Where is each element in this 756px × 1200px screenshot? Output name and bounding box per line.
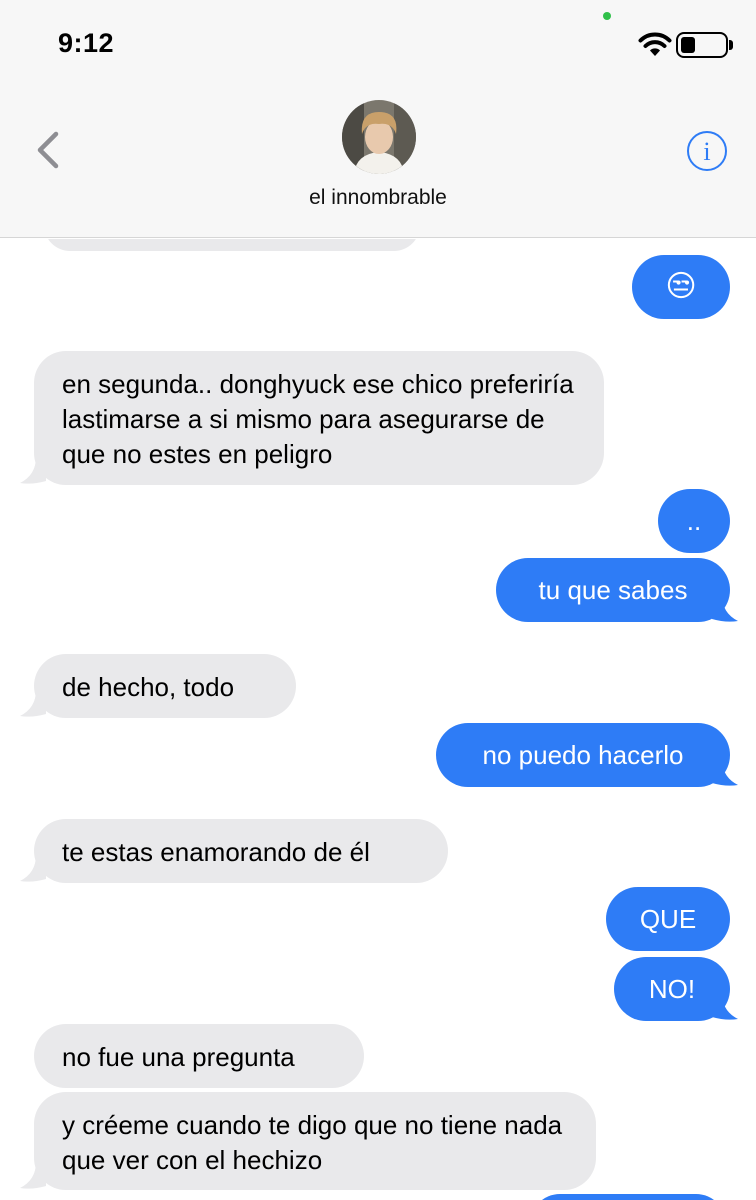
message-bubble-received: de hecho, todo	[34, 654, 296, 718]
svg-text:i: i	[703, 137, 710, 166]
message-bubble-sent: ..	[658, 489, 730, 553]
message-bubble-received	[44, 239, 420, 251]
conversation-header: el innombrable i	[0, 90, 756, 238]
battery-level	[681, 37, 695, 53]
message-bubble-received: y créeme cuando te digo que no tiene nad…	[34, 1092, 596, 1190]
bubble-tail	[712, 759, 738, 786]
bubble-tail	[20, 690, 46, 717]
bubble-tail	[20, 457, 46, 484]
bubble-tail	[20, 1162, 46, 1189]
info-icon[interactable]: i	[686, 130, 728, 172]
message-bubble-sent	[530, 1194, 726, 1200]
message-bubble-received: te estas enamorando de él	[34, 819, 448, 883]
contact-avatar[interactable]	[342, 100, 416, 174]
message-bubble-sent: 😒	[632, 255, 730, 319]
wifi-icon	[638, 32, 672, 56]
bubble-tail	[20, 855, 46, 882]
message-list[interactable]: 😒 en segunda.. donghyuck ese chico prefe…	[0, 239, 756, 1200]
message-bubble-received: en segunda.. donghyuck ese chico preferi…	[34, 351, 604, 485]
bubble-tail	[712, 595, 738, 622]
message-bubble-received: no fue una pregunta	[34, 1024, 364, 1088]
battery-tip	[729, 40, 733, 50]
unamused-face-emoji: 😒	[665, 270, 697, 303]
battery-icon	[676, 32, 728, 58]
message-bubble-sent: no puedo hacerlo	[436, 723, 730, 787]
bubble-tail	[712, 993, 738, 1020]
camera-indicator-dot	[603, 12, 611, 20]
message-bubble-sent: tu que sabes	[496, 558, 730, 622]
status-bar: 9:12	[0, 0, 756, 90]
contact-name[interactable]: el innombrable	[0, 186, 756, 210]
message-bubble-sent: QUE	[606, 887, 730, 951]
status-time: 9:12	[58, 28, 115, 58]
avatar-photo	[342, 100, 416, 174]
chevron-left-icon[interactable]	[30, 130, 70, 170]
